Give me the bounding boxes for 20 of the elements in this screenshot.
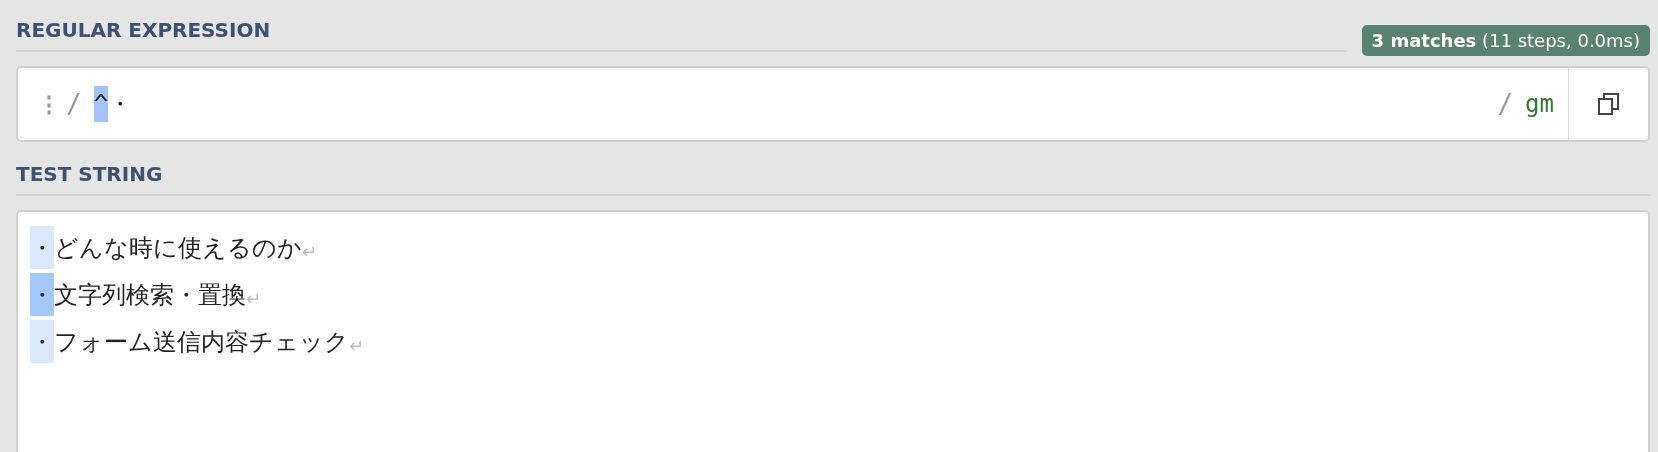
match-count-badge: 3 matches (11 steps, 0.0ms): [1361, 25, 1650, 56]
copy-icon: [1597, 92, 1620, 116]
regex-flags[interactable]: gm: [1525, 90, 1554, 118]
line-end-marker: ↵: [246, 288, 262, 309]
test-string-field[interactable]: ・どんな時に使えるのか↵ ・文字列検索・置換↵ ・フォーム送信内容チェック↵: [16, 210, 1650, 452]
match-highlight: ・: [30, 226, 54, 269]
section-heading: REGULAR EXPRESSION: [16, 18, 271, 42]
line-end-marker: ↵: [349, 335, 365, 356]
section-heading: TEST STRING: [16, 162, 163, 186]
close-delimiter: /: [1497, 89, 1514, 119]
match-highlight: ・: [30, 273, 54, 316]
line-text: フォーム送信内容チェック: [54, 326, 349, 358]
line-end-marker: ↵: [302, 241, 318, 262]
regex-token: ・: [108, 89, 133, 120]
open-delimiter: /: [66, 89, 82, 119]
line-text: どんな時に使えるのか: [54, 232, 302, 264]
regex-field[interactable]: ⋮ / ^・ / gm: [16, 66, 1650, 142]
regex-token: ^: [93, 86, 109, 122]
line-text: 文字列検索・置換: [54, 279, 246, 311]
match-highlight: ・: [30, 320, 54, 363]
